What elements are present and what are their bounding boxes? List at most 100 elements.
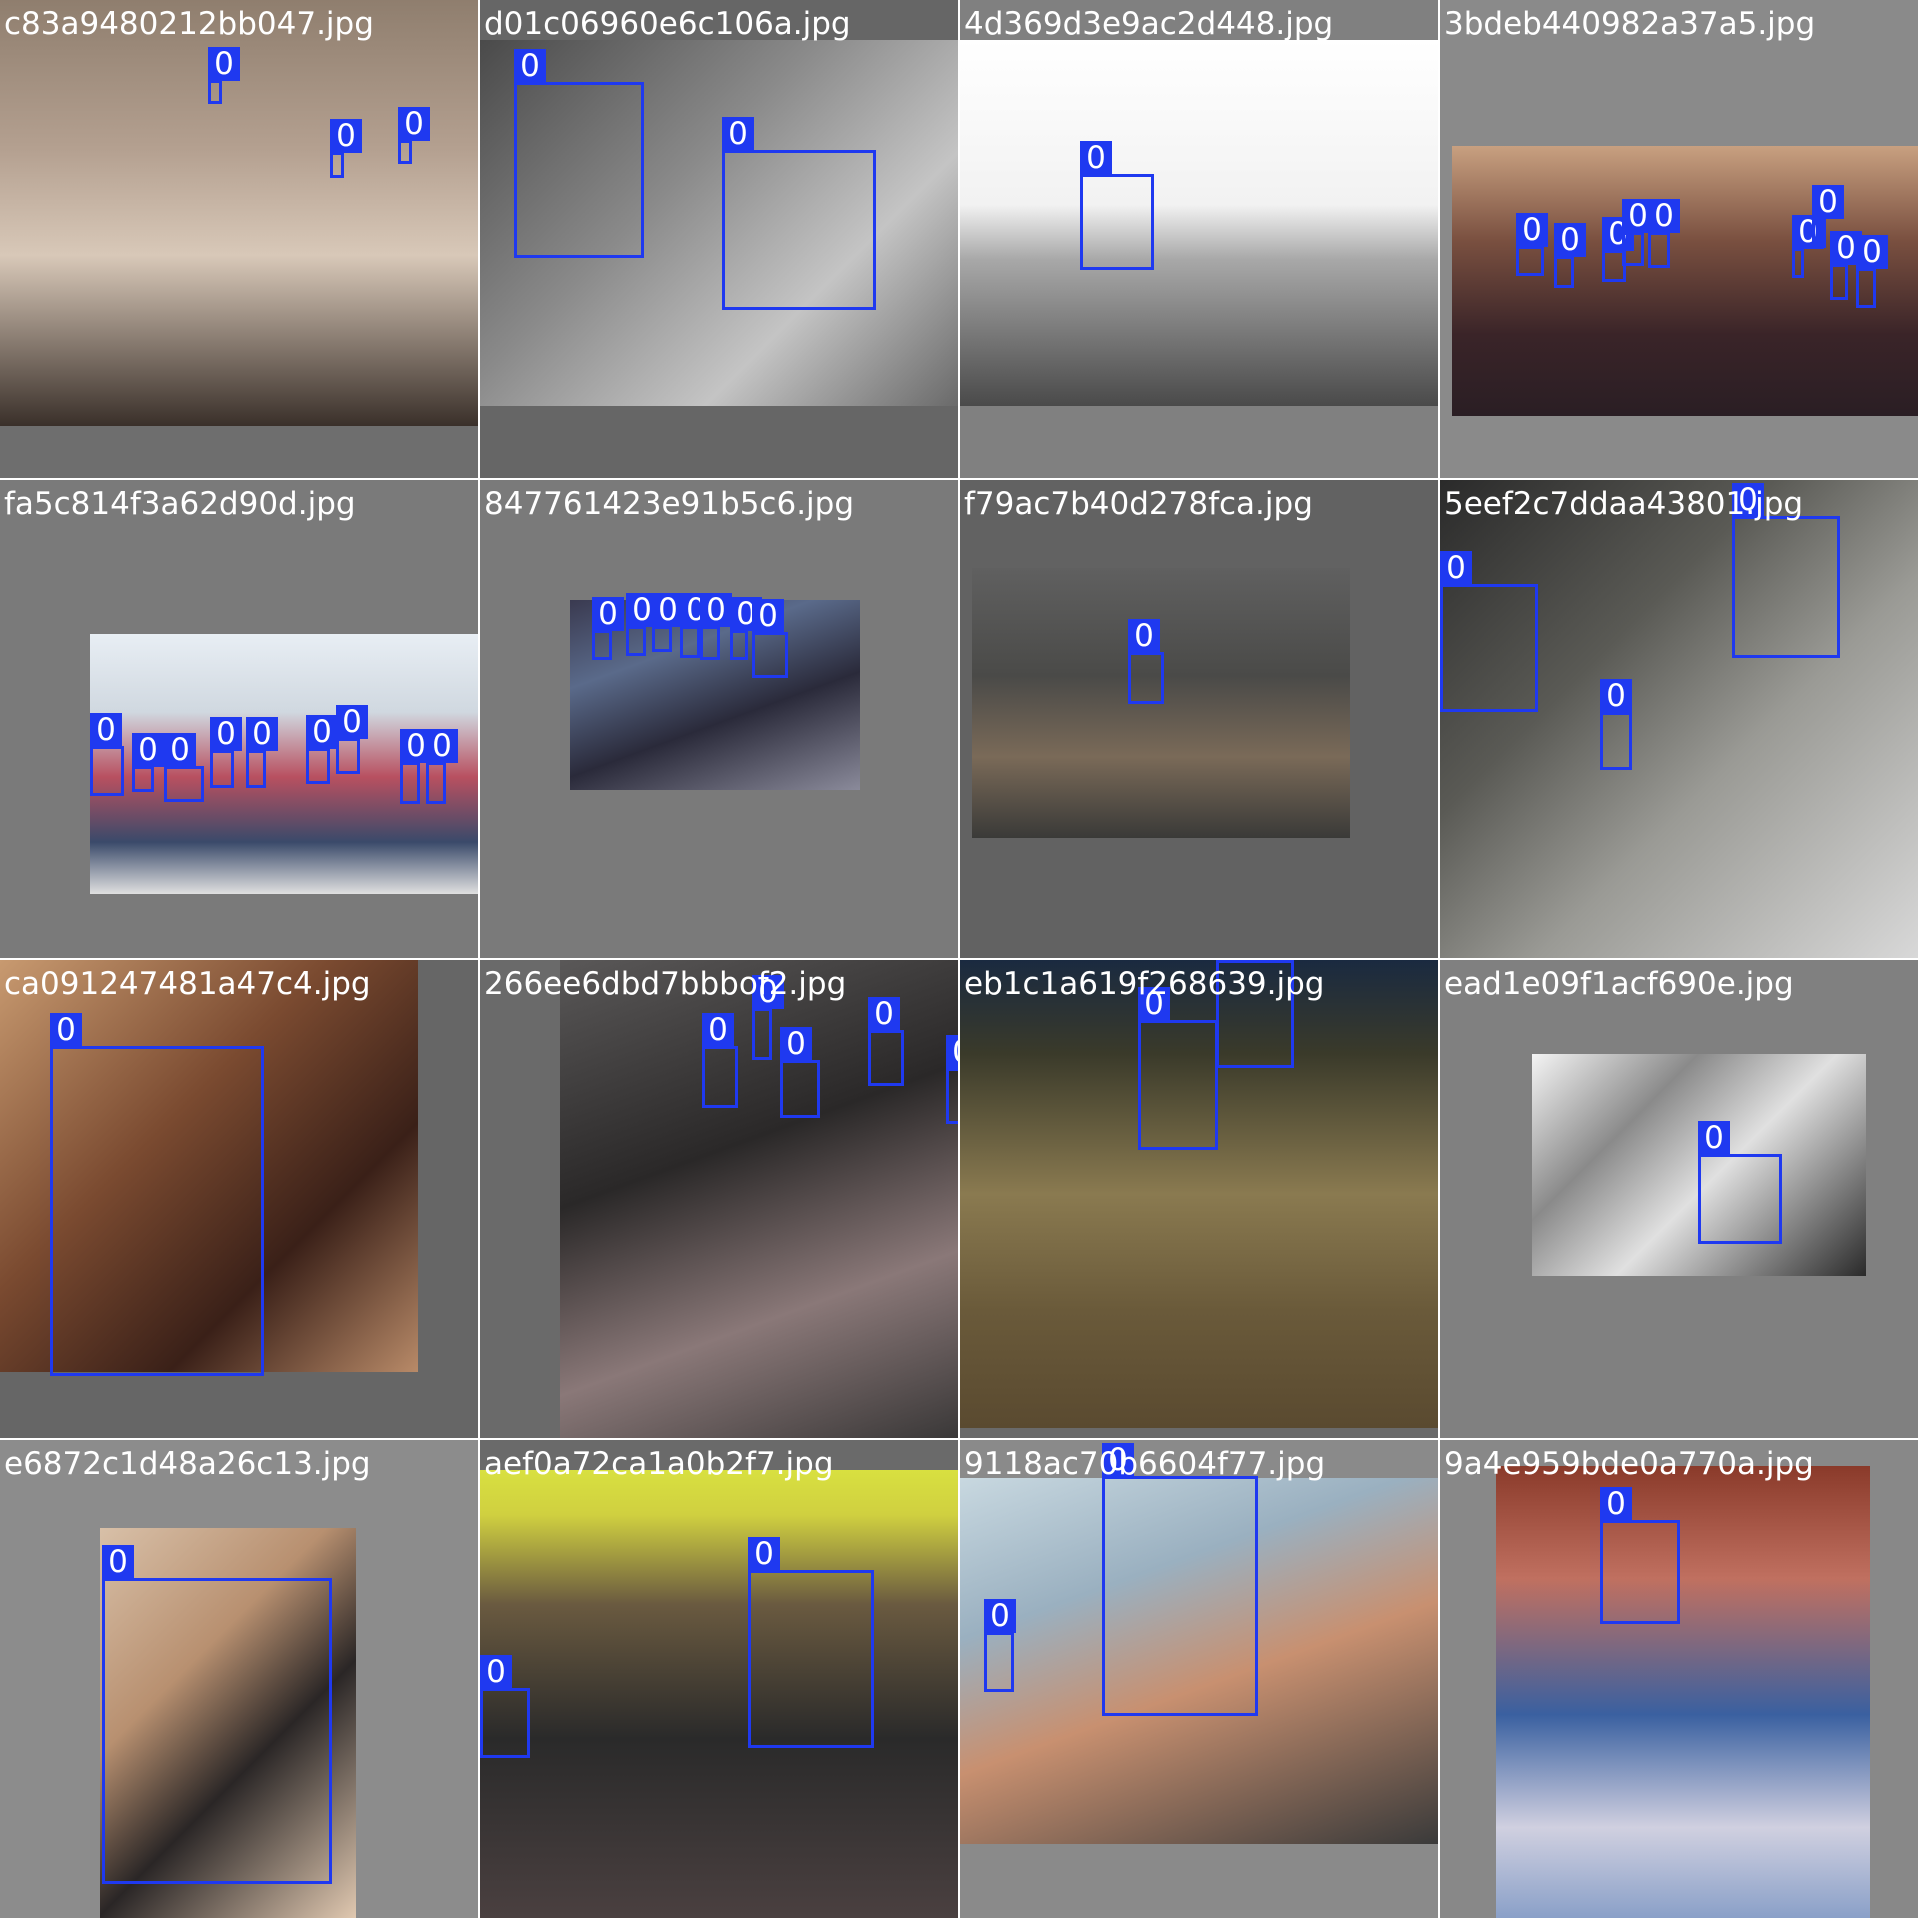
grid-tile[interactable]: 0 0 0 0 0 0 0 847761423e91b5c6.jpg (480, 480, 958, 958)
grid-tile[interactable]: 0 0 d01c06960e6c106a.jpg (480, 0, 958, 478)
detection-box: 0 (398, 107, 430, 164)
image-filename: ead1e09f1acf690e.jpg (1444, 966, 1794, 1002)
class-label: 0 (1812, 185, 1844, 219)
class-label: 0 (1600, 679, 1632, 713)
grid-tile[interactable]: 0 ca091247481a47c4.jpg (0, 960, 478, 1438)
detection-box: 0 (1080, 141, 1154, 270)
detection-box: 0 (330, 119, 362, 178)
grid-tile[interactable]: 0 0 0 0 0 0 0 0 0 fa5c814f3a62d90d.jpg (0, 480, 478, 958)
detection-box: 0 (1440, 551, 1538, 712)
class-label: 0 (336, 705, 368, 739)
class-label: 0 (1440, 551, 1472, 585)
detection-box: 0 (1554, 223, 1586, 288)
class-label: 0 (1516, 213, 1548, 247)
class-label: 0 (984, 1599, 1016, 1633)
grid-tile[interactable]: 0 0 0 5eef2c7ddaa43801.jpg (1440, 480, 1918, 958)
detection-box: 0 (1732, 483, 1840, 658)
detection-box: 0 (984, 1599, 1016, 1692)
detection-box: 0 (1830, 231, 1862, 300)
detection-box: 0 (1600, 679, 1632, 770)
image-filename: 4d369d3e9ac2d448.jpg (964, 6, 1334, 42)
class-label: 0 (1128, 619, 1160, 653)
detection-box: 0 (336, 705, 368, 774)
grid-tile[interactable]: 0 e6872c1d48a26c13.jpg (0, 1440, 478, 1918)
photo-thumbnail (1440, 480, 1918, 958)
image-filename: 9118ac70b6604f77.jpg (964, 1446, 1326, 1482)
grid-tile[interactable]: 0 ead1e09f1acf690e.jpg (1440, 960, 1918, 1438)
detection-box: 0 (132, 733, 164, 792)
photo-thumbnail (1496, 1466, 1870, 1918)
image-filename: f79ac7b40d278fca.jpg (964, 486, 1313, 522)
detection-box: 0 (1792, 215, 1824, 278)
detection-box: 0 (426, 729, 458, 804)
class-label: 0 (50, 1013, 82, 1047)
detection-box: 0 (1698, 1121, 1782, 1244)
class-label: 0 (246, 717, 278, 751)
class-label: 0 (306, 715, 338, 749)
grid-tile[interactable]: 0 4d369d3e9ac2d448.jpg (960, 0, 1438, 478)
image-grid: 0 0 0 c83a9480212bb047.jpg 0 0 d01c06960e6c106… (0, 0, 1920, 1920)
class-label: 0 (426, 729, 458, 763)
image-filename: 5eef2c7ddaa43801.jpg (1444, 486, 1804, 522)
detection-box: 0 (514, 49, 644, 258)
detection-box: 0 (722, 117, 876, 310)
detection-box: 0 (730, 597, 762, 660)
image-filename: 3bdeb440982a37a5.jpg (1444, 6, 1816, 42)
grid-tile[interactable]: 00eb1c1a619f268639.jpg (960, 960, 1438, 1438)
class-label: 0 (330, 119, 362, 153)
class-label: 0 (1856, 235, 1888, 269)
detection-box: 0 (946, 1035, 958, 1124)
detection-box: 0 (752, 599, 788, 678)
detection-box: 0 (702, 1013, 738, 1108)
class-label: 0 (90, 713, 122, 747)
image-filename: aef0a72ca1a0b2f7.jpg (484, 1446, 834, 1482)
grid-tile[interactable]: 0 0 0 c83a9480212bb047.jpg (0, 0, 478, 478)
grid-tile[interactable]: 0 9a4e959bde0a770a.jpg (1440, 1440, 1918, 1918)
class-label: 0 (592, 597, 624, 631)
detection-box: 0 (480, 1655, 530, 1758)
image-filename: 266ee6dbd7bbbof2.jpg (484, 966, 847, 1002)
image-filename: d01c06960e6c106a.jpg (484, 6, 851, 42)
image-filename: 9a4e959bde0a770a.jpg (1444, 1446, 1814, 1482)
image-filename: fa5c814f3a62d90d.jpg (4, 486, 356, 522)
detection-box: 0 (400, 729, 432, 804)
detection-box: 0 (752, 975, 784, 1060)
class-label: 0 (1698, 1121, 1730, 1155)
detection-box: 0 (1102, 1443, 1258, 1716)
photo-thumbnail (1452, 146, 1918, 416)
detection-box: 0 (164, 733, 204, 802)
image-filename: c83a9480212bb047.jpg (4, 6, 374, 42)
class-label: 0 (1600, 1487, 1632, 1521)
detection-box: 0 (680, 593, 712, 658)
detection-box: 0 (868, 997, 904, 1086)
class-label: 0 (752, 599, 784, 633)
class-label: 0 (1554, 223, 1586, 257)
grid-tile[interactable]: 0 0 9118ac70b6604f77.jpg (960, 1440, 1438, 1918)
class-label: 0 (102, 1545, 134, 1579)
grid-tile[interactable]: 0 f79ac7b40d278fca.jpg (960, 480, 1438, 958)
class-label: 0 (1216, 960, 1248, 961)
grid-tile[interactable]: 00000266ee6dbd7bbbof2.jpg (480, 960, 958, 1438)
detection-box: 0 (1812, 185, 1844, 248)
class-label: 0 (132, 733, 164, 767)
class-label: 0 (210, 717, 242, 751)
detection-box: 0 (626, 593, 658, 656)
detection-box: 0 (90, 713, 124, 796)
class-label: 0 (398, 107, 430, 141)
detection-box: 0 (1600, 1487, 1680, 1624)
detection-box: 0 (1128, 619, 1164, 704)
image-filename: ca091247481a47c4.jpg (4, 966, 371, 1002)
class-label: 0 (1648, 199, 1680, 233)
detection-box: 0 (102, 1545, 332, 1884)
grid-tile[interactable]: 0 0 aef0a72ca1a0b2f7.jpg (480, 1440, 958, 1918)
detection-box: 0 (592, 597, 624, 660)
detection-box: 0 (1856, 235, 1888, 308)
class-label: 0 (868, 997, 900, 1031)
grid-tile[interactable]: 0 0 0 0 0 0 0 0 0 3bdeb440982a37a5.jpg (1440, 0, 1918, 478)
detection-box: 0 (306, 715, 338, 784)
photo-thumbnail (480, 1470, 958, 1918)
photo-thumbnail (960, 40, 1438, 406)
image-filename: eb1c1a619f268639.jpg (964, 966, 1325, 1002)
detection-box: 0 (700, 593, 732, 660)
class-label: 0 (208, 47, 240, 81)
